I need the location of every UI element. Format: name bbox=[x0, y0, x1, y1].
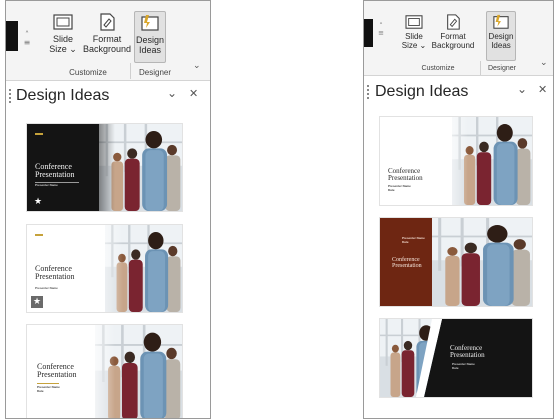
design-ideas-button[interactable]: Design Ideas bbox=[486, 11, 516, 61]
design-ideas-button[interactable]: Design Ideas bbox=[134, 11, 166, 63]
slide-title: Conference Presentation bbox=[392, 257, 422, 270]
presenter-name: Presenter Name bbox=[35, 183, 58, 187]
group-separator bbox=[480, 61, 481, 75]
pane-options-chevron-down-icon[interactable]: ⌄ bbox=[167, 87, 177, 99]
slide-size-icon bbox=[405, 15, 423, 29]
designer-group-label: Designer bbox=[138, 68, 171, 77]
accent-line bbox=[35, 133, 43, 135]
design-idea-thumbnail[interactable]: Conference Presentation Presenter Name D… bbox=[27, 325, 182, 418]
office-people-photo bbox=[430, 218, 532, 306]
presenter-date: Presenter Name Date bbox=[402, 236, 425, 244]
design-ideas-pane-title: Design Ideas bbox=[16, 87, 110, 104]
slide-size-button[interactable]: Slide Size ⌄ bbox=[398, 14, 430, 51]
slide-size-label: Slide Size ⌄ bbox=[49, 34, 77, 55]
slide-title: Conference Presentation bbox=[35, 162, 75, 180]
pane-close-icon[interactable]: ✕ bbox=[189, 88, 198, 99]
accent-line bbox=[35, 234, 43, 236]
design-idea-thumbnail[interactable]: Conference Presentation Presenter Name ★ bbox=[27, 225, 182, 312]
ribbon-collapse-chevron[interactable]: ⌄ bbox=[540, 59, 548, 68]
slide-title: Conference Presentation bbox=[450, 344, 485, 360]
right-window: ˄ ≡ Slide Size ⌄ Format Background Design… bbox=[363, 0, 554, 419]
design-ideas-icon bbox=[141, 15, 159, 31]
pane-grip[interactable] bbox=[367, 85, 370, 101]
ribbon: ˄ ≡ Slide Size ⌄ Format Background Design… bbox=[6, 1, 210, 81]
ribbon-scroll-arrows[interactable]: ˄ ≡ bbox=[22, 31, 32, 47]
ribbon-collapse-chevron[interactable]: ⌄ bbox=[193, 62, 201, 71]
presenter-name: Presenter Name bbox=[35, 286, 58, 290]
presenter-date: Presenter Name Date bbox=[388, 184, 411, 192]
accent-line bbox=[37, 383, 59, 384]
design-idea-thumbnail[interactable]: Conference Presentation Presenter Name ★ bbox=[27, 124, 182, 211]
customize-group-label: Customize bbox=[69, 68, 107, 77]
slide-title: Conference Presentation bbox=[37, 362, 77, 380]
slide-size-label: Slide Size ⌄ bbox=[401, 32, 427, 50]
pane-grip[interactable] bbox=[9, 89, 12, 105]
star-icon: ★ bbox=[31, 296, 43, 308]
format-background-icon bbox=[447, 14, 460, 30]
format-background-label: Format Background bbox=[82, 34, 132, 55]
presenter-date: Presenter Name Date bbox=[452, 362, 475, 370]
designer-group-label: Designer bbox=[487, 65, 516, 72]
left-window: ˄ ≡ Slide Size ⌄ Format Background Design… bbox=[5, 0, 211, 419]
star-icon: ★ bbox=[33, 197, 43, 207]
design-idea-thumbnail[interactable]: Conference Presentation Presenter Name D… bbox=[380, 117, 532, 205]
design-ideas-pane-title: Design Ideas bbox=[375, 83, 469, 100]
format-background-label: Format Background bbox=[431, 32, 475, 50]
design-idea-thumbnail[interactable]: Conference Presentation Presenter Name D… bbox=[380, 319, 532, 397]
ribbon-scroll-arrows[interactable]: ˄ ≡ bbox=[376, 23, 386, 37]
group-separator bbox=[130, 63, 131, 79]
format-background-button[interactable]: Format Background bbox=[432, 14, 474, 51]
format-background-icon bbox=[100, 13, 115, 31]
presenter-date: Presenter Name Date bbox=[37, 385, 60, 393]
slide-title: Conference Presentation bbox=[35, 264, 75, 282]
slide-title: Conference Presentation bbox=[388, 167, 423, 183]
slide-size-icon bbox=[53, 14, 73, 30]
pane-close-icon[interactable]: ✕ bbox=[538, 84, 547, 95]
design-idea-thumbnail[interactable]: Presenter Name Date Conference Presentat… bbox=[380, 218, 532, 306]
design-ideas-label: Design Ideas bbox=[135, 35, 164, 56]
ribbon-scroll-block bbox=[364, 19, 373, 47]
ribbon-scroll-block bbox=[6, 21, 18, 51]
format-background-button[interactable]: Format Background bbox=[82, 13, 132, 55]
design-ideas-icon bbox=[493, 14, 509, 29]
customize-group-label: Customize bbox=[421, 65, 455, 72]
design-ideas-label: Design Ideas bbox=[488, 32, 514, 50]
slide-size-button[interactable]: Slide Size ⌄ bbox=[46, 13, 80, 54]
pane-options-chevron-down-icon[interactable]: ⌄ bbox=[517, 83, 527, 95]
ribbon: ˄ ≡ Slide Size ⌄ Format Background Design… bbox=[364, 1, 553, 76]
